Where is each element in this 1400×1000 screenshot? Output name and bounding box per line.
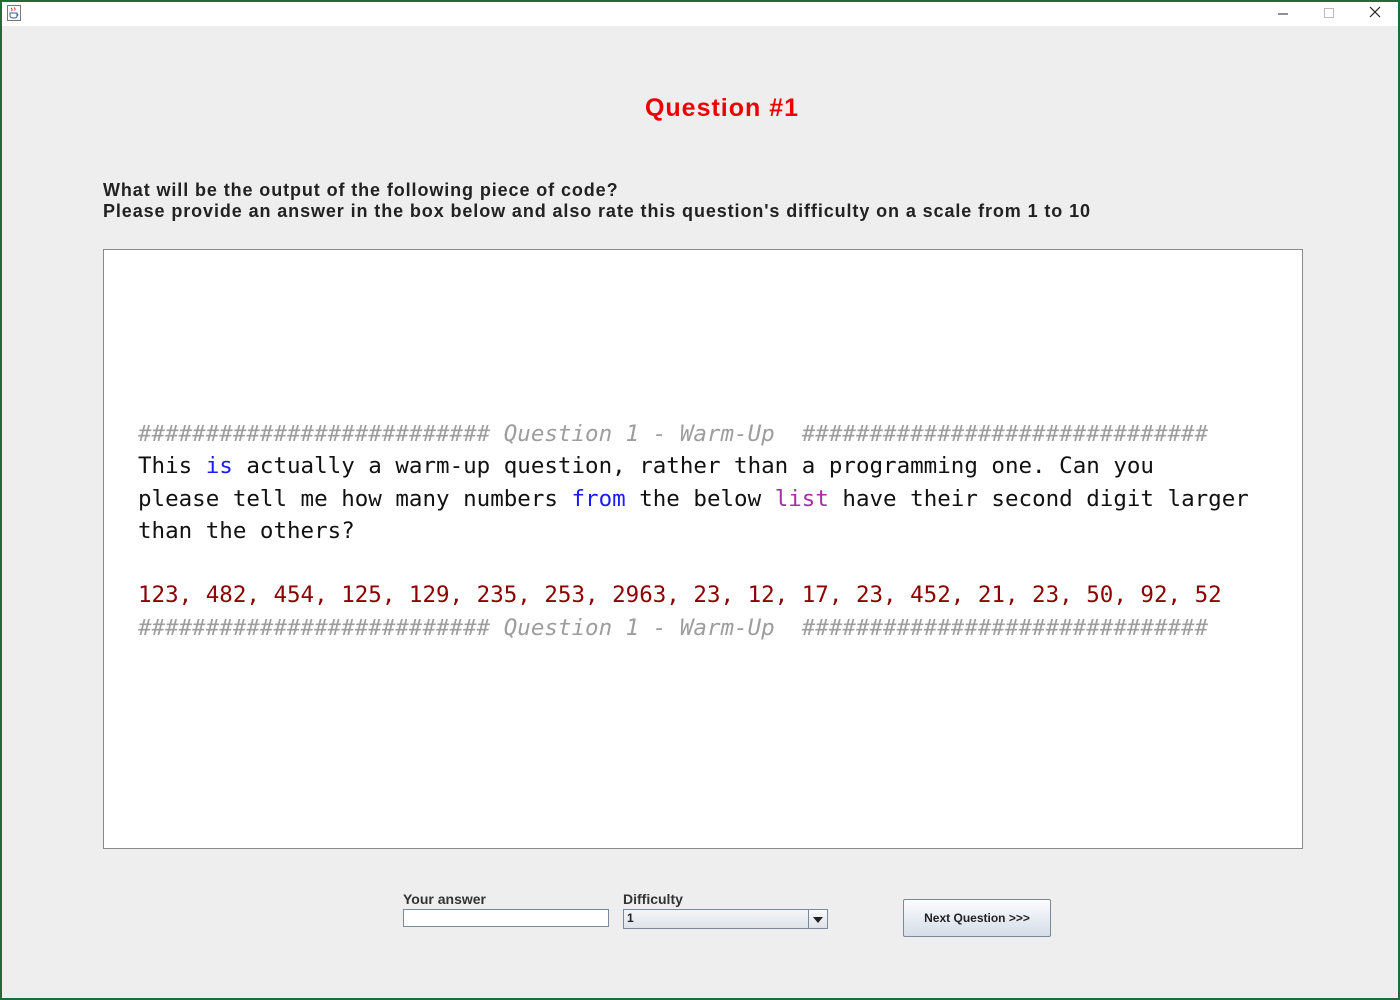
code-number-list: 123, 482, 454, 125, 129, 235, 253, 2963,… <box>138 582 1222 609</box>
answer-input[interactable] <box>403 909 609 927</box>
keyword-is: is <box>205 453 233 480</box>
close-icon <box>1369 5 1381 23</box>
code-header-comment: ########################## Question 1 - … <box>138 421 1209 447</box>
question-title: Question #1 <box>644 94 800 122</box>
next-question-button[interactable]: Next Question >>> <box>903 899 1051 937</box>
keyword-from: from <box>571 485 626 512</box>
code-footer-comment: ########################## Question 1 - … <box>138 614 1209 641</box>
instruction-line-1: What will be the output of the following… <box>103 180 619 200</box>
code-line-1: This is actually a warm-up question, rat… <box>138 453 1154 480</box>
answer-label: Your answer <box>403 891 486 907</box>
app-window: Question #1 What will be the output of t… <box>2 2 1398 998</box>
difficulty-select[interactable]: 1 <box>623 909 828 929</box>
maximize-button[interactable] <box>1306 2 1352 26</box>
difficulty-label: Difficulty <box>623 891 683 907</box>
instructions: What will be the output of the following… <box>103 180 1303 222</box>
instruction-line-2: Please provide an answer in the box belo… <box>103 201 1091 221</box>
code-line-2: please tell me how many numbers from the… <box>138 485 1249 512</box>
title-bar <box>2 2 1398 26</box>
chevron-down-icon <box>813 910 823 928</box>
code-line-3: than the others? <box>138 517 355 544</box>
code-display-panel: ########################## Question 1 - … <box>103 249 1303 849</box>
builtin-list: list <box>774 485 829 512</box>
code-snippet: ########################## Question 1 - … <box>138 418 1288 644</box>
minimize-icon <box>1278 5 1288 23</box>
close-button[interactable] <box>1352 2 1398 26</box>
java-coffee-cup-icon <box>7 5 21 21</box>
maximize-icon <box>1324 5 1334 23</box>
minimize-button[interactable] <box>1260 2 1306 26</box>
dropdown-arrow-button[interactable] <box>808 910 827 928</box>
difficulty-selected-value: 1 <box>627 911 634 925</box>
